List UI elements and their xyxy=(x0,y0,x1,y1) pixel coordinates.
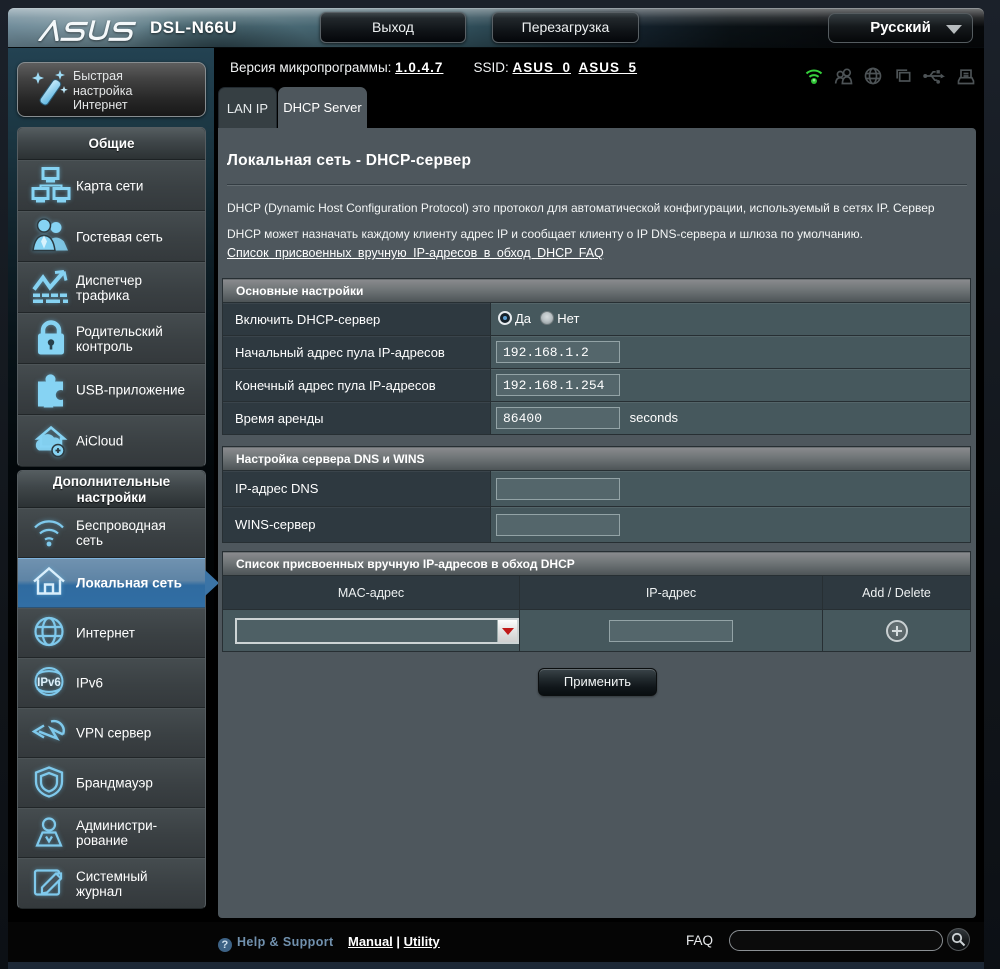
svg-text:IPv6: IPv6 xyxy=(37,677,61,689)
